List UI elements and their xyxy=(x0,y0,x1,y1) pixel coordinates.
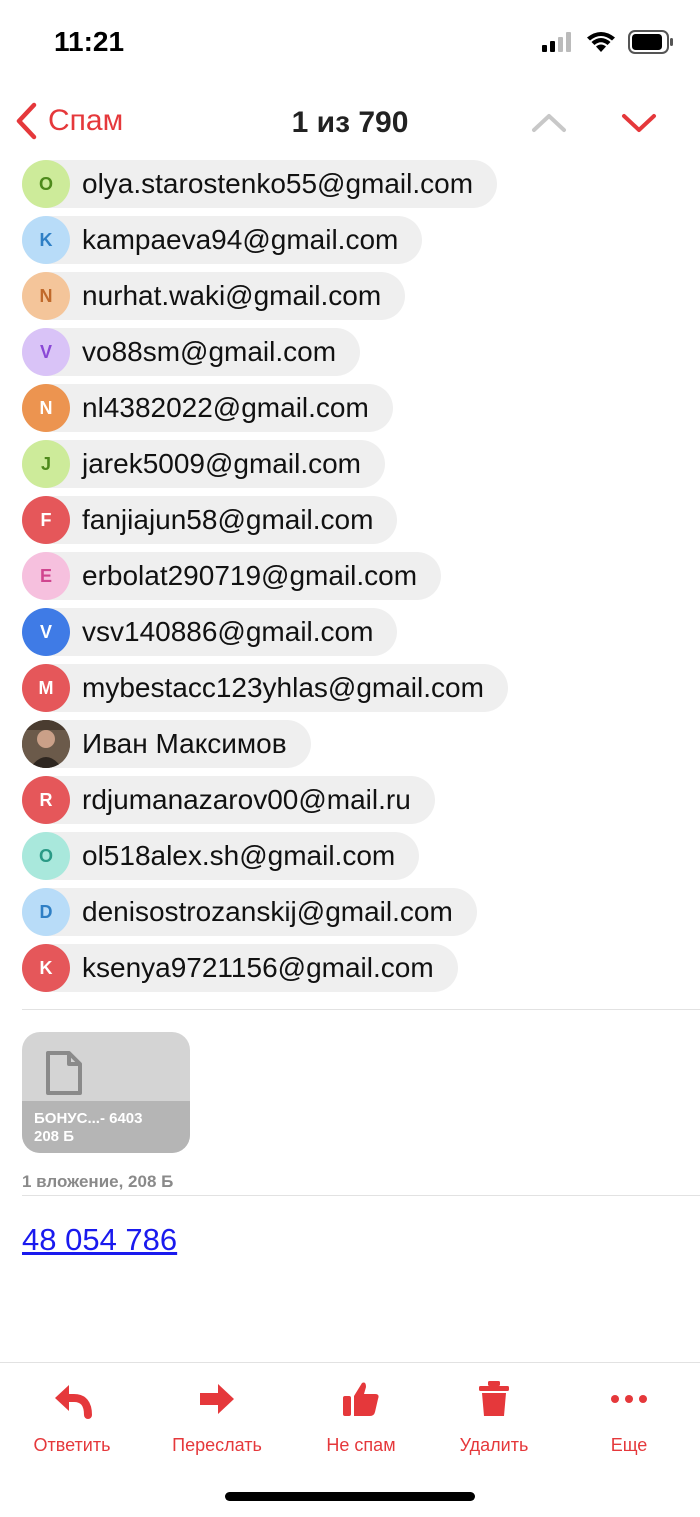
not-spam-button[interactable]: Не спам xyxy=(291,1377,431,1456)
recipient-chip[interactable]: Ffanjiajun58@gmail.com xyxy=(22,496,398,544)
delete-button[interactable]: Удалить xyxy=(424,1377,564,1456)
cellular-signal-icon xyxy=(542,32,571,52)
attachment-name: БОНУС...- 6403 xyxy=(34,1110,143,1127)
avatar xyxy=(22,720,70,768)
avatar: N xyxy=(22,384,70,432)
body-link[interactable]: 48 054 786 xyxy=(22,1222,177,1258)
avatar: R xyxy=(22,776,70,824)
forward-label: Переслать xyxy=(172,1435,262,1455)
chevron-up-icon xyxy=(532,114,566,132)
home-indicator xyxy=(225,1492,475,1501)
thumbs-up-icon xyxy=(343,1382,379,1416)
reply-icon xyxy=(55,1385,92,1419)
recipient-address: olya.starostenko55@gmail.com xyxy=(82,168,474,199)
delete-label: Удалить xyxy=(459,1435,529,1455)
recipient-address: kampaeva94@gmail.com xyxy=(82,224,399,255)
avatar: O xyxy=(22,160,70,208)
recipient-address: ol518alex.sh@gmail.com xyxy=(82,840,396,871)
recipient-chip[interactable]: Oolya.starostenko55@gmail.com xyxy=(22,160,498,208)
next-message-button[interactable] xyxy=(618,102,660,149)
avatar: E xyxy=(22,552,70,600)
trash-icon xyxy=(479,1381,509,1416)
recipient-chip[interactable]: Nnl4382022@gmail.com xyxy=(22,384,393,432)
recipient-address: ksenya9721156@gmail.com xyxy=(82,952,434,983)
forward-arrow-icon xyxy=(200,1384,234,1414)
avatar: V xyxy=(22,328,70,376)
recipient-address: Иван Максимов xyxy=(82,728,287,759)
divider xyxy=(22,1009,700,1010)
avatar: V xyxy=(22,608,70,656)
attachment-footer xyxy=(22,1101,190,1153)
file-icon xyxy=(46,1051,82,1095)
recipient-chip[interactable]: Ddenisostrozanskij@gmail.com xyxy=(22,888,477,936)
avatar: F xyxy=(22,496,70,544)
more-button[interactable]: Еще xyxy=(559,1377,699,1456)
recipient-chip[interactable]: Vvo88sm@gmail.com xyxy=(22,328,361,376)
recipient-chip[interactable]: Nnurhat.waki@gmail.com xyxy=(22,272,406,320)
recipient-chip[interactable]: Ool518alex.sh@gmail.com xyxy=(22,832,420,880)
avatar: K xyxy=(22,944,70,992)
avatar: O xyxy=(22,832,70,880)
recipient-address: jarek5009@gmail.com xyxy=(82,448,361,479)
avatar: N xyxy=(22,272,70,320)
battery-icon xyxy=(628,30,673,54)
avatar: D xyxy=(22,888,70,936)
recipient-address: fanjiajun58@gmail.com xyxy=(82,504,374,535)
recipient-address: nl4382022@gmail.com xyxy=(82,392,369,423)
reply-label: Ответить xyxy=(33,1435,111,1455)
recipient-chip[interactable]: Mmybestacc123yhlas@gmail.com xyxy=(22,664,508,712)
recipient-chip[interactable]: Kksenya9721156@gmail.com xyxy=(22,944,458,992)
reply-button[interactable]: Ответить xyxy=(2,1377,142,1456)
recipient-chip[interactable]: Иван Максимов xyxy=(22,720,311,768)
recipient-chip[interactable]: Jjarek5009@gmail.com xyxy=(22,440,385,488)
attachment-card[interactable]: БОНУС...- 6403 208 Б xyxy=(22,1032,190,1153)
avatar: M xyxy=(22,664,70,712)
recipient-address: vo88sm@gmail.com xyxy=(82,336,337,367)
forward-button[interactable]: Переслать xyxy=(147,1377,287,1456)
recipient-chip[interactable]: Kkampaeva94@gmail.com xyxy=(22,216,423,264)
recipient-address: erbolat290719@gmail.com xyxy=(82,560,418,591)
avatar: K xyxy=(22,216,70,264)
recipient-list: Oolya.starostenko55@gmail.com Kkampaeva94… xyxy=(22,158,682,996)
recipient-address: nurhat.waki@gmail.com xyxy=(82,280,382,311)
recipient-address: mybestacc123yhlas@gmail.com xyxy=(82,672,484,703)
recipient-address: rdjumanazarov00@mail.ru xyxy=(82,784,411,815)
recipient-chip[interactable]: Eerbolat290719@gmail.com xyxy=(22,552,442,600)
avatar: J xyxy=(22,440,70,488)
recipient-chip[interactable]: Rrdjumanazarov00@mail.ru xyxy=(22,776,435,824)
status-icons xyxy=(542,30,674,54)
status-bar: 11:21 xyxy=(0,0,700,88)
recipient-chip[interactable]: Vvsv140886@gmail.com xyxy=(22,608,398,656)
chevron-down-icon xyxy=(622,114,656,132)
more-label: Еще xyxy=(610,1435,648,1455)
attachment-size: 208 Б xyxy=(34,1128,74,1145)
previous-message-button[interactable] xyxy=(528,102,570,149)
not-spam-label: Не спам xyxy=(326,1435,396,1455)
wifi-icon xyxy=(587,32,615,52)
recipient-address: vsv140886@gmail.com xyxy=(82,616,374,647)
status-time: 11:21 xyxy=(54,26,125,57)
recipient-address: denisostrozanskij@gmail.com xyxy=(82,896,453,927)
divider xyxy=(22,1195,700,1196)
avatar-photo-icon xyxy=(22,720,70,768)
more-dots-icon xyxy=(611,1395,647,1403)
message-counter: 1 из 790 xyxy=(291,106,409,139)
nav-bar: Спам 1 из 790 xyxy=(0,92,700,156)
attachment-summary: 1 вложение, 208 Б xyxy=(22,1172,174,1191)
